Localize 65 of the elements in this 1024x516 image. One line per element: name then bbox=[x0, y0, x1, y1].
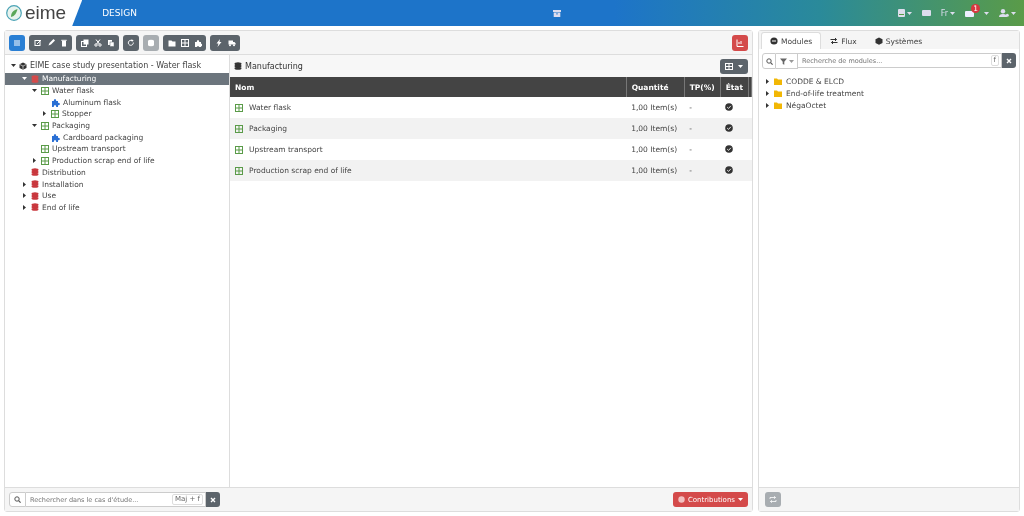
copy-icon bbox=[80, 38, 89, 47]
layers-icon bbox=[31, 203, 39, 212]
user-icon bbox=[999, 9, 1009, 17]
view-toggle-button[interactable] bbox=[720, 58, 748, 74]
refresh-icon bbox=[127, 38, 135, 47]
caret-down-icon bbox=[1011, 10, 1016, 16]
layers-icon bbox=[31, 74, 39, 83]
caret-down-icon bbox=[738, 497, 743, 502]
caret-down-icon bbox=[984, 10, 989, 16]
trash-icon bbox=[59, 38, 68, 47]
box-icon bbox=[874, 37, 883, 45]
grid-icon bbox=[41, 121, 49, 130]
close-icon bbox=[1006, 57, 1012, 64]
toolbar-button[interactable] bbox=[123, 34, 139, 51]
filter-icon bbox=[779, 57, 787, 65]
swap-icon bbox=[830, 37, 839, 45]
puzzle-icon bbox=[51, 132, 60, 142]
caret-down-icon bbox=[738, 63, 743, 69]
chart-button[interactable] bbox=[732, 34, 748, 51]
chart-icon bbox=[736, 38, 744, 47]
puzzle-icon bbox=[51, 97, 60, 107]
grid-icon bbox=[51, 109, 59, 118]
truck-icon bbox=[227, 38, 236, 47]
grid-icon bbox=[41, 86, 49, 95]
caret-down-icon bbox=[32, 123, 37, 129]
caret-down-icon bbox=[788, 58, 794, 64]
grid-icon bbox=[235, 145, 243, 154]
puzzle-icon bbox=[193, 38, 202, 47]
archive-icon bbox=[553, 9, 562, 17]
inbox-icon bbox=[965, 9, 974, 17]
tree-title: EIME case study presentation - Water flask bbox=[30, 61, 202, 70]
close-icon bbox=[210, 496, 216, 503]
caret-right-icon bbox=[32, 158, 37, 164]
grid-icon bbox=[235, 166, 243, 175]
grid-icon bbox=[41, 144, 49, 153]
logo-icon bbox=[6, 5, 22, 21]
grid-icon bbox=[41, 156, 49, 165]
grid-icon bbox=[180, 38, 189, 47]
grid-icon bbox=[235, 124, 243, 133]
clear-button[interactable] bbox=[1002, 53, 1016, 68]
layers-icon bbox=[31, 168, 39, 177]
layers-icon bbox=[31, 191, 39, 200]
table-icon bbox=[725, 62, 733, 70]
toolbar-button[interactable] bbox=[9, 34, 25, 51]
folder-icon bbox=[167, 38, 176, 47]
scissors-icon bbox=[93, 38, 102, 47]
search-icon bbox=[14, 496, 21, 503]
lightning-icon bbox=[214, 38, 223, 47]
swap-icon bbox=[769, 496, 777, 503]
pencil-icon bbox=[46, 38, 55, 47]
filter-button[interactable] bbox=[776, 53, 798, 69]
grid-icon bbox=[235, 103, 243, 112]
section-title: DESIGN bbox=[101, 8, 137, 18]
caret-down-icon bbox=[906, 10, 912, 16]
logo-text: eime bbox=[25, 2, 67, 24]
layers-icon bbox=[234, 62, 242, 70]
paste-icon bbox=[106, 38, 115, 47]
caret-right-icon bbox=[42, 111, 47, 117]
breadcrumb: Manufacturing bbox=[245, 61, 303, 71]
caret-down-icon bbox=[950, 10, 955, 16]
clear-button[interactable] bbox=[206, 492, 220, 507]
database-icon bbox=[147, 38, 155, 47]
search-icon bbox=[765, 57, 773, 65]
edit-icon bbox=[33, 38, 42, 47]
layers-icon bbox=[31, 180, 39, 189]
